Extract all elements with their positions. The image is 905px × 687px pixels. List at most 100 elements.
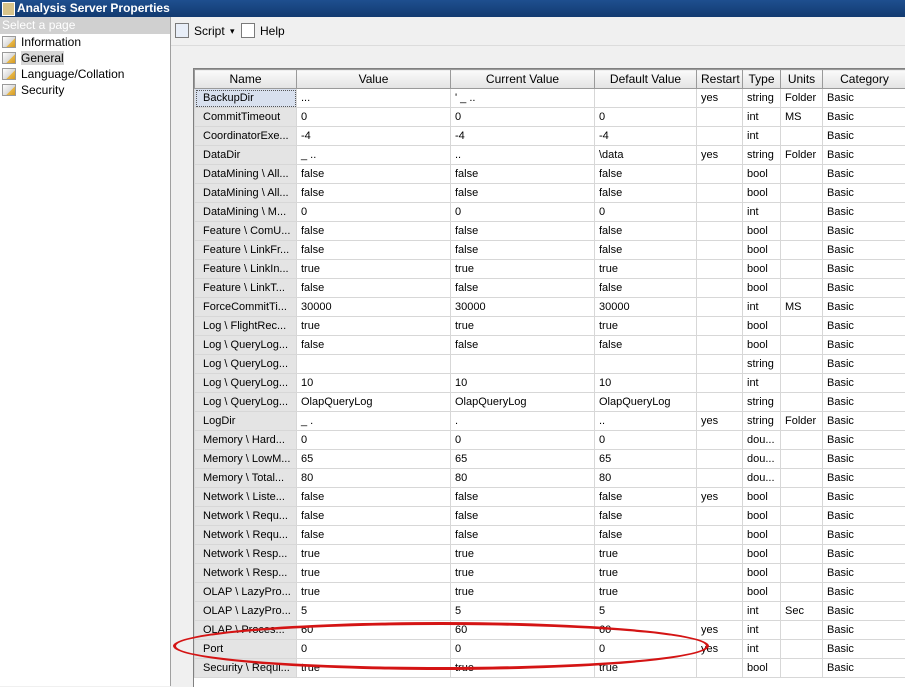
table-row[interactable]: LogDir_ ....yesstringFolderBasic	[195, 412, 905, 431]
table-row[interactable]: Log \ QueryLog...stringBasic	[195, 355, 905, 374]
value-cell[interactable]: true	[297, 564, 451, 583]
type-cell: bool	[743, 336, 781, 355]
table-row[interactable]: Log \ QueryLog...OlapQueryLogOlapQueryLo…	[195, 393, 905, 412]
table-row[interactable]: Network \ Liste...falsefalsefalseyesbool…	[195, 488, 905, 507]
restart-cell: yes	[697, 621, 743, 640]
value-cell[interactable]: 65	[297, 450, 451, 469]
table-row[interactable]: DataMining \ All...falsefalsefalseboolBa…	[195, 165, 905, 184]
value-cell[interactable]: _ .	[297, 412, 451, 431]
value-cell[interactable]: 0	[297, 108, 451, 127]
current-value-cell: true	[451, 545, 595, 564]
column-header[interactable]: Default Value	[595, 70, 697, 89]
value-cell[interactable]: true	[297, 545, 451, 564]
table-row[interactable]: OLAP \ Proces...606060yesintBasic	[195, 621, 905, 640]
category-cell: Basic	[823, 412, 905, 431]
table-row[interactable]: ForceCommitTi...300003000030000intMSBasi…	[195, 298, 905, 317]
table-row[interactable]: BackupDir...' _ ..yesstringFolderBasic	[195, 89, 905, 108]
value-cell[interactable]: false	[297, 184, 451, 203]
table-row[interactable]: OLAP \ LazyPro...truetruetrueboolBasic	[195, 583, 905, 602]
name-cell: Memory \ Hard...	[195, 431, 297, 450]
column-header[interactable]: Name	[195, 70, 297, 89]
restart-cell	[697, 355, 743, 374]
value-cell[interactable]: true	[297, 260, 451, 279]
value-cell[interactable]: false	[297, 279, 451, 298]
table-row[interactable]: DataMining \ M...000intBasic	[195, 203, 905, 222]
table-row[interactable]: Port000yesintBasic	[195, 640, 905, 659]
table-row[interactable]: CoordinatorExe...-4-4-4intBasic	[195, 127, 905, 146]
value-cell[interactable]: ...	[297, 89, 451, 108]
table-row[interactable]: Feature \ ComU...falsefalsefalseboolBasi…	[195, 222, 905, 241]
restart-cell	[697, 583, 743, 602]
units-cell: Folder	[781, 89, 823, 108]
value-cell[interactable]: true	[297, 317, 451, 336]
table-row[interactable]: OLAP \ LazyPro...555intSecBasic	[195, 602, 905, 621]
value-cell[interactable]: true	[297, 583, 451, 602]
value-cell[interactable]: _ ..	[297, 146, 451, 165]
value-cell[interactable]: -4	[297, 127, 451, 146]
help-button[interactable]: Help	[241, 23, 289, 39]
value-cell[interactable]: 10	[297, 374, 451, 393]
table-row[interactable]: Feature \ LinkIn...truetruetrueboolBasic	[195, 260, 905, 279]
value-cell[interactable]: OlapQueryLog	[297, 393, 451, 412]
units-cell	[781, 222, 823, 241]
page-item-information[interactable]: Information	[0, 34, 170, 50]
table-row[interactable]: Feature \ LinkT...falsefalsefalseboolBas…	[195, 279, 905, 298]
current-value-cell: 0	[451, 640, 595, 659]
page-item-general[interactable]: General	[0, 50, 170, 66]
column-header[interactable]: Units	[781, 70, 823, 89]
current-value-cell: false	[451, 526, 595, 545]
value-cell[interactable]: true	[297, 659, 451, 678]
type-cell: dou...	[743, 469, 781, 488]
table-row[interactable]: Network \ Requ...falsefalsefalseboolBasi…	[195, 526, 905, 545]
script-button[interactable]: Script ▾	[175, 23, 237, 39]
type-cell: dou...	[743, 431, 781, 450]
value-cell[interactable]: false	[297, 241, 451, 260]
category-cell: Basic	[823, 621, 905, 640]
value-cell[interactable]: 0	[297, 203, 451, 222]
value-cell[interactable]: false	[297, 336, 451, 355]
value-cell[interactable]: 30000	[297, 298, 451, 317]
column-header[interactable]: Value	[297, 70, 451, 89]
chevron-down-icon[interactable]: ▾	[230, 23, 235, 39]
value-cell[interactable]: 0	[297, 431, 451, 450]
value-cell[interactable]: false	[297, 526, 451, 545]
table-row[interactable]: DataMining \ All...falsefalsefalseboolBa…	[195, 184, 905, 203]
page-item-security[interactable]: Security	[0, 82, 170, 98]
table-row[interactable]: CommitTimeout000intMSBasic	[195, 108, 905, 127]
value-cell[interactable]: 0	[297, 640, 451, 659]
column-header[interactable]: Restart	[697, 70, 743, 89]
name-cell: Memory \ LowM...	[195, 450, 297, 469]
value-cell[interactable]: false	[297, 507, 451, 526]
name-cell: OLAP \ Proces...	[195, 621, 297, 640]
value-cell[interactable]: false	[297, 488, 451, 507]
category-cell: Basic	[823, 184, 905, 203]
value-cell[interactable]: false	[297, 222, 451, 241]
table-row[interactable]: DataDir_ ....\datayesstringFolderBasic	[195, 146, 905, 165]
help-label: Help	[260, 23, 285, 39]
default-value-cell: true	[595, 545, 697, 564]
value-cell[interactable]: 60	[297, 621, 451, 640]
table-row[interactable]: Feature \ LinkFr...falsefalsefalseboolBa…	[195, 241, 905, 260]
current-value-cell: ' _ ..	[451, 89, 595, 108]
value-cell[interactable]: false	[297, 165, 451, 184]
table-row[interactable]: Log \ QueryLog...101010intBasic	[195, 374, 905, 393]
value-cell[interactable]	[297, 355, 451, 374]
table-row[interactable]: Log \ QueryLog...falsefalsefalseboolBasi…	[195, 336, 905, 355]
column-header[interactable]: Current Value	[451, 70, 595, 89]
category-cell: Basic	[823, 374, 905, 393]
name-cell: Memory \ Total...	[195, 469, 297, 488]
units-cell	[781, 184, 823, 203]
table-row[interactable]: Memory \ Hard...000dou...Basic	[195, 431, 905, 450]
column-header[interactable]: Type	[743, 70, 781, 89]
value-cell[interactable]: 80	[297, 469, 451, 488]
table-row[interactable]: Memory \ Total...808080dou...Basic	[195, 469, 905, 488]
table-row[interactable]: Security \ Requi...truetruetrueboolBasic	[195, 659, 905, 678]
value-cell[interactable]: 5	[297, 602, 451, 621]
table-row[interactable]: Network \ Requ...falsefalsefalseboolBasi…	[195, 507, 905, 526]
table-row[interactable]: Network \ Resp...truetruetrueboolBasic	[195, 564, 905, 583]
table-row[interactable]: Memory \ LowM...656565dou...Basic	[195, 450, 905, 469]
column-header[interactable]: Category	[823, 70, 905, 89]
table-row[interactable]: Network \ Resp...truetruetrueboolBasic	[195, 545, 905, 564]
table-row[interactable]: Log \ FlightRec...truetruetrueboolBasic	[195, 317, 905, 336]
page-item-language-collation[interactable]: Language/Collation	[0, 66, 170, 82]
